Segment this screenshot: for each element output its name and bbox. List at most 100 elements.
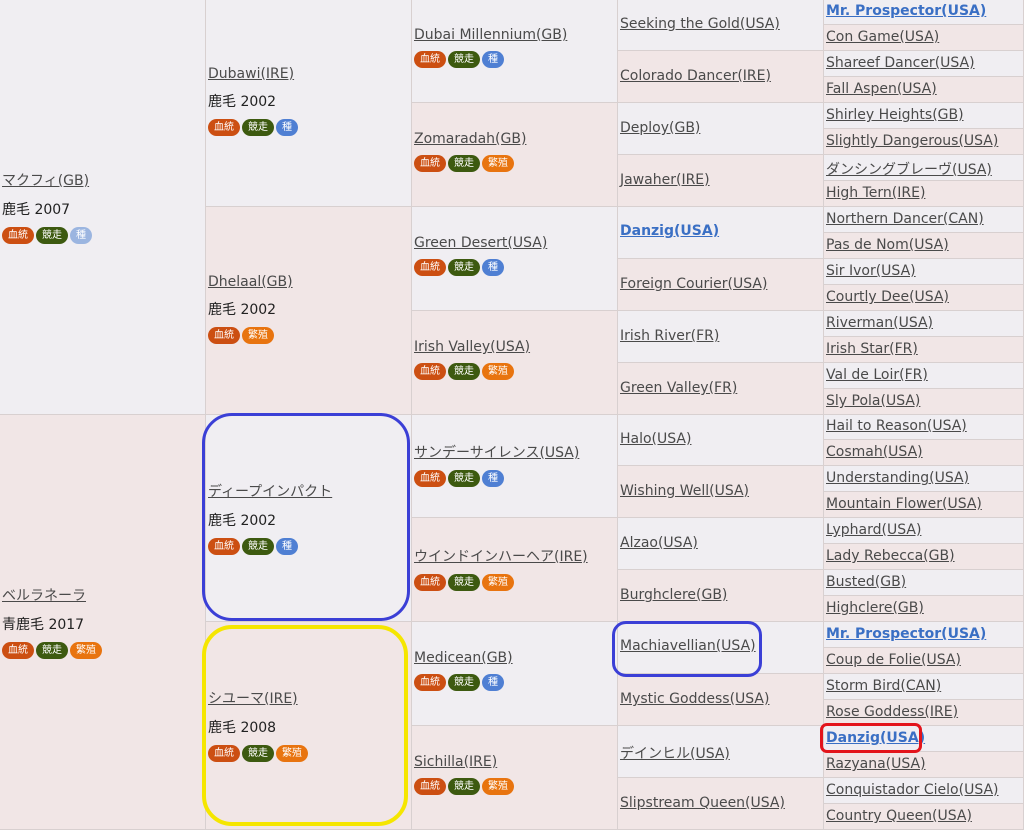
race-badge[interactable]: 競走 — [448, 470, 480, 487]
gen5-name-link[interactable]: Irish Star(FR) — [826, 341, 918, 357]
gen4-name-link[interactable]: Irish River(FR) — [620, 328, 719, 344]
gen5-name-link[interactable]: Busted(GB) — [826, 574, 906, 590]
race-badge[interactable]: 競走 — [448, 674, 480, 691]
gen5-name-link[interactable]: Courtly Dee(USA) — [826, 289, 949, 305]
gen3-name-link[interactable]: Irish Valley(USA) — [414, 339, 530, 355]
gen3-name-link[interactable]: Medicean(GB) — [414, 650, 513, 666]
gen5-name-link[interactable]: Northern Dancer(CAN) — [826, 211, 984, 227]
pedigree-badge[interactable]: 血統 — [208, 327, 240, 344]
gen4-name-link[interactable]: Seeking the Gold(USA) — [620, 16, 780, 32]
broodmare-badge[interactable]: 繁殖 — [482, 574, 514, 591]
pedigree-badge[interactable]: 血統 — [2, 227, 34, 244]
race-badge[interactable]: 競走 — [36, 227, 68, 244]
pedigree-badge[interactable]: 血統 — [414, 51, 446, 68]
gen5-name-link[interactable]: Val de Loir(FR) — [826, 367, 928, 383]
stud-badge[interactable]: 種 — [482, 51, 504, 68]
gen5-name-link[interactable]: Highclere(GB) — [826, 600, 924, 616]
gen5-name-link[interactable]: Fall Aspen(USA) — [826, 81, 937, 97]
gen3-name-link[interactable]: サンデーサイレンス(USA) — [414, 442, 579, 462]
gen5-name-link[interactable]: Cosmah(USA) — [826, 444, 923, 460]
gen5-name-link[interactable]: Pas de Nom(USA) — [826, 237, 949, 253]
gen5-name-link[interactable]: Danzig(USA) — [826, 730, 925, 746]
gen4-name-link[interactable]: Slipstream Queen(USA) — [620, 795, 785, 811]
gen3-name-link[interactable]: Green Desert(USA) — [414, 235, 547, 251]
pedigree-badge[interactable]: 血統 — [208, 745, 240, 762]
gen5-name-link[interactable]: Lady Rebecca(GB) — [826, 548, 955, 564]
gen5-name-link[interactable]: Country Queen(USA) — [826, 808, 972, 824]
gen5-name-link[interactable]: Hail to Reason(USA) — [826, 418, 967, 434]
race-badge[interactable]: 競走 — [448, 574, 480, 591]
race-badge[interactable]: 競走 — [448, 259, 480, 276]
stud-badge[interactable]: 種 — [482, 470, 504, 487]
stud-badge[interactable]: 種 — [276, 538, 298, 555]
gen4-name-link[interactable]: Alzao(USA) — [620, 535, 698, 551]
race-badge[interactable]: 競走 — [448, 51, 480, 68]
gen4-name-link[interactable]: Danzig(USA) — [620, 223, 719, 239]
gen5-name-link[interactable]: Storm Bird(CAN) — [826, 678, 941, 694]
pedigree-badge[interactable]: 血統 — [414, 674, 446, 691]
pedigree-badge[interactable]: 血統 — [414, 155, 446, 172]
gen3-name-link[interactable]: Sichilla(IRE) — [414, 754, 516, 770]
stud-badge[interactable]: 種 — [482, 674, 504, 691]
gen4-name-link[interactable]: Wishing Well(USA) — [620, 483, 749, 499]
pedigree-badge[interactable]: 血統 — [414, 259, 446, 276]
gen5-name-link[interactable]: ダンシングブレーヴ(USA) — [826, 159, 992, 179]
gen5-name-link[interactable]: Sly Pola(USA) — [826, 393, 920, 409]
pedigree-badge[interactable]: 血統 — [414, 363, 446, 380]
broodmare-badge[interactable]: 繁殖 — [276, 745, 308, 762]
gen5-name-link[interactable]: Lyphard(USA) — [826, 522, 921, 538]
gen4-name-link[interactable]: Halo(USA) — [620, 431, 691, 447]
gen5-name-link[interactable]: Slightly Dangerous(USA) — [826, 133, 998, 149]
race-badge[interactable]: 競走 — [448, 155, 480, 172]
broodmare-badge[interactable]: 繁殖 — [70, 642, 102, 659]
gen5-name-link[interactable]: Mountain Flower(USA) — [826, 496, 982, 512]
gen5-name-link[interactable]: High Tern(IRE) — [826, 185, 925, 201]
race-badge[interactable]: 競走 — [242, 745, 274, 762]
pedigree-badge[interactable]: 血統 — [208, 538, 240, 555]
broodmare-badge[interactable]: 繁殖 — [482, 778, 514, 795]
pedigree-badge[interactable]: 血統 — [2, 642, 34, 659]
stud-badge[interactable]: 種 — [70, 227, 92, 244]
gen2-name-link[interactable]: Dhelaal(GB) — [208, 274, 293, 290]
gen5-name-link[interactable]: Riverman(USA) — [826, 315, 933, 331]
sire-name-link[interactable]: マクフィ(GB) — [2, 170, 94, 190]
pedigree-badge[interactable]: 血統 — [414, 470, 446, 487]
gen4-name-link[interactable]: Machiavellian(USA) — [620, 638, 756, 654]
gen5-name-link[interactable]: Mr. Prospector(USA) — [826, 3, 986, 19]
broodmare-badge[interactable]: 繁殖 — [482, 155, 514, 172]
gen5-name-link[interactable]: Razyana(USA) — [826, 756, 926, 772]
gen5-name-link[interactable]: Rose Goddess(IRE) — [826, 704, 958, 720]
race-badge[interactable]: 競走 — [242, 119, 274, 136]
gen2-name-link[interactable]: シユーマ(IRE) — [208, 688, 310, 708]
gen4-name-link[interactable]: Burghclere(GB) — [620, 587, 727, 603]
gen4-name-link[interactable]: Jawaher(IRE) — [620, 172, 710, 188]
gen5-name-link[interactable]: Coup de Folie(USA) — [826, 652, 961, 668]
gen4-name-link[interactable]: Foreign Courier(USA) — [620, 276, 767, 292]
gen4-name-link[interactable]: Colorado Dancer(IRE) — [620, 68, 771, 84]
pedigree-badge[interactable]: 血統 — [414, 778, 446, 795]
broodmare-badge[interactable]: 繁殖 — [242, 327, 274, 344]
pedigree-badge[interactable]: 血統 — [414, 574, 446, 591]
gen5-name-link[interactable]: Con Game(USA) — [826, 29, 939, 45]
broodmare-badge[interactable]: 繁殖 — [482, 363, 514, 380]
stud-badge[interactable]: 種 — [482, 259, 504, 276]
gen4-name-link[interactable]: デインヒル(USA) — [620, 743, 730, 763]
gen4-name-link[interactable]: Mystic Goddess(USA) — [620, 691, 769, 707]
race-badge[interactable]: 競走 — [36, 642, 68, 659]
gen4-name-link[interactable]: Deploy(GB) — [620, 120, 700, 136]
stud-badge[interactable]: 種 — [276, 119, 298, 136]
gen2-name-link[interactable]: Dubawi(IRE) — [208, 66, 300, 82]
gen3-name-link[interactable]: Dubai Millennium(GB) — [414, 27, 567, 43]
gen3-name-link[interactable]: ウインドインハーヘア(IRE) — [414, 546, 588, 566]
gen5-name-link[interactable]: Shirley Heights(GB) — [826, 107, 964, 123]
gen5-name-link[interactable]: Shareef Dancer(USA) — [826, 55, 975, 71]
race-badge[interactable]: 競走 — [448, 363, 480, 380]
pedigree-badge[interactable]: 血統 — [208, 119, 240, 136]
gen5-name-link[interactable]: Understanding(USA) — [826, 470, 969, 486]
gen5-name-link[interactable]: Mr. Prospector(USA) — [826, 626, 986, 642]
gen4-name-link[interactable]: Green Valley(FR) — [620, 380, 737, 396]
gen5-name-link[interactable]: Conquistador Cielo(USA) — [826, 782, 999, 798]
gen5-name-link[interactable]: Sir Ivor(USA) — [826, 263, 916, 279]
gen2-name-link[interactable]: ディープインパクト — [208, 481, 332, 501]
race-badge[interactable]: 競走 — [448, 778, 480, 795]
